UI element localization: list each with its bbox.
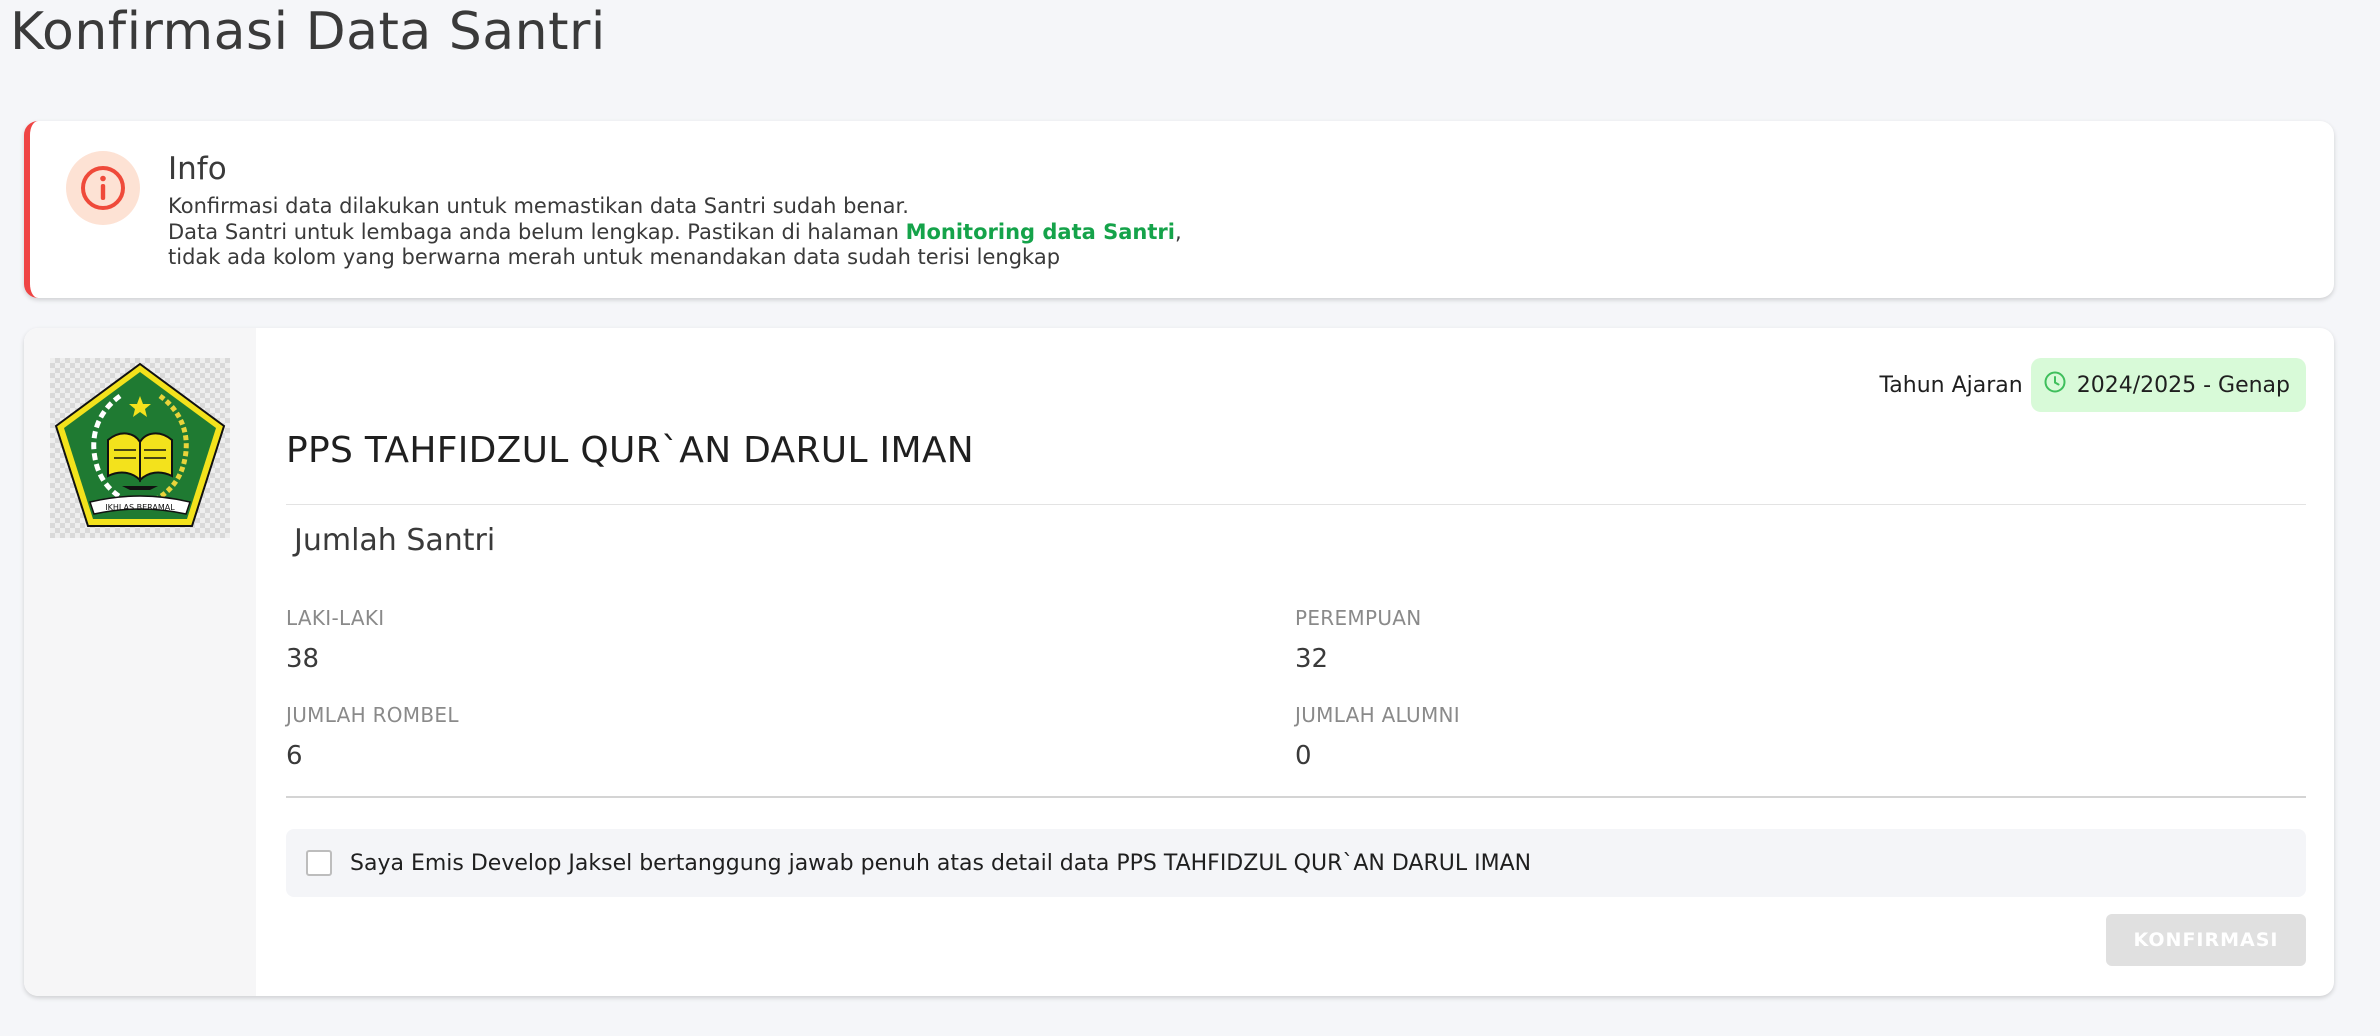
monitoring-data-santri-link[interactable]: Monitoring data Santri (906, 220, 1175, 244)
academic-year: Tahun Ajaran 2024/2025 - Genap (1879, 358, 2306, 412)
info-line-2-suffix: , (1174, 219, 1182, 244)
institution-name: PPS TAHFIDZUL QUR`AN DARUL IMAN (286, 430, 974, 471)
logo-motto: IKHLAS BERAMAL (105, 503, 175, 512)
stat-label: LAKI-LAKI (286, 606, 385, 630)
info-line-2: Data Santri untuk lembaga anda belum len… (168, 220, 1182, 246)
info-message: Konfirmasi data dilakukan untuk memastik… (168, 194, 1182, 271)
info-alert: Info Konfirmasi data dilakukan untuk mem… (24, 121, 2334, 298)
info-title: Info (168, 151, 227, 187)
institution-logo: IKHLAS BERAMAL (50, 358, 230, 538)
stat-value: 0 (1295, 741, 1312, 771)
stat-perempuan: PEREMPUAN 32 (1295, 606, 1422, 674)
info-line-2-prefix: Data Santri untuk lembaga anda belum len… (168, 219, 906, 244)
agreement-row[interactable]: Saya Emis Develop Jaksel bertanggung jaw… (286, 829, 2306, 897)
institution-card: IKHLAS BERAMAL Tahun Ajaran 2024/2025 - … (24, 328, 2334, 996)
stat-label: JUMLAH ALUMNI (1295, 703, 1460, 727)
stat-label: PEREMPUAN (1295, 606, 1422, 630)
divider (286, 504, 2306, 505)
stat-value: 6 (286, 741, 303, 771)
agreement-checkbox[interactable] (306, 850, 332, 876)
logo-panel: IKHLAS BERAMAL (24, 328, 256, 996)
agreement-text: Saya Emis Develop Jaksel bertanggung jaw… (350, 850, 1532, 876)
divider (286, 796, 2306, 798)
page-title: Konfirmasi Data Santri (10, 2, 606, 62)
info-line-3: tidak ada kolom yang berwarna merah untu… (168, 245, 1061, 269)
stat-value: 38 (286, 644, 320, 674)
stat-jumlah-alumni: JUMLAH ALUMNI 0 (1295, 703, 1460, 771)
academic-year-label: Tahun Ajaran (1879, 372, 2023, 398)
stat-label: JUMLAH ROMBEL (286, 703, 459, 727)
academic-year-value: 2024/2025 - Genap (2076, 372, 2290, 398)
academic-year-badge: 2024/2025 - Genap (2030, 358, 2306, 412)
info-circle-icon (66, 151, 140, 225)
clock-icon (2043, 370, 2067, 400)
stat-laki-laki: LAKI-LAKI 38 (286, 606, 385, 674)
stat-jumlah-rombel: JUMLAH ROMBEL 6 (286, 703, 459, 771)
info-line-1: Konfirmasi data dilakukan untuk memastik… (168, 194, 909, 218)
konfirmasi-button[interactable]: KONFIRMASI (2106, 914, 2306, 966)
section-title-jumlah-santri: Jumlah Santri (294, 523, 496, 558)
stat-value: 32 (1295, 644, 1329, 674)
